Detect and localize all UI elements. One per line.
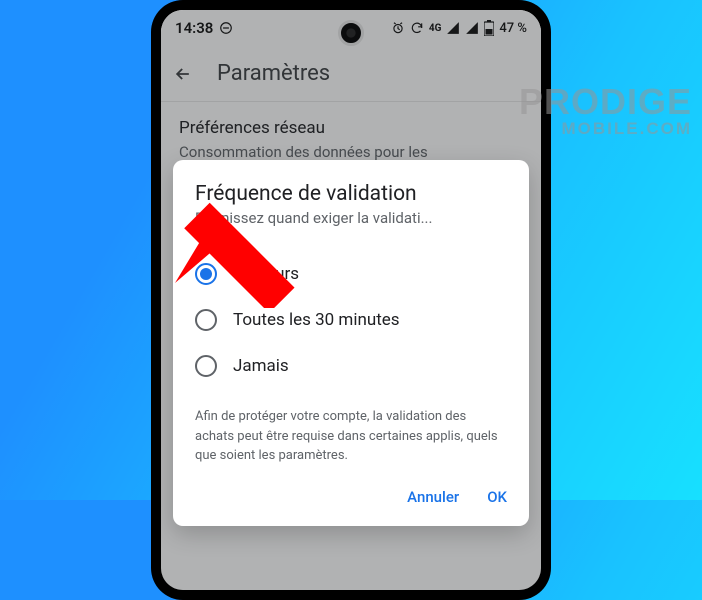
watermark-line2: MOBILE.COM (519, 120, 692, 137)
radio-icon (195, 263, 217, 285)
phone-frame: 14:38 4G 47 % Paramètres Préférences rés… (151, 0, 551, 600)
radio-icon (195, 309, 217, 331)
ok-button[interactable]: OK (487, 488, 507, 506)
radio-label: Jamais (233, 356, 289, 376)
radio-label: Toutes les 30 minutes (233, 310, 400, 330)
screen: 14:38 4G 47 % Paramètres Préférences rés… (161, 10, 541, 590)
dialog-title: Fréquence de validation (195, 182, 507, 206)
radio-icon (195, 355, 217, 377)
watermark-line1: PRODIGE (519, 84, 692, 120)
cancel-button[interactable]: Annuler (407, 488, 459, 506)
dialog-actions: Annuler OK (195, 488, 507, 506)
radio-option-jamais[interactable]: Jamais (195, 343, 507, 389)
radio-option-toujours[interactable]: Toujours (195, 251, 507, 297)
dialog-subtitle: Définissez quand exiger la validati... (195, 209, 507, 227)
dialog-note: Afin de protéger votre compte, la valida… (195, 407, 507, 466)
validation-dialog: Fréquence de validation Définissez quand… (173, 160, 529, 526)
radio-label: Toujours (233, 264, 299, 284)
radio-option-30min[interactable]: Toutes les 30 minutes (195, 297, 507, 343)
watermark: PRODIGE MOBILE.COM (519, 84, 692, 137)
